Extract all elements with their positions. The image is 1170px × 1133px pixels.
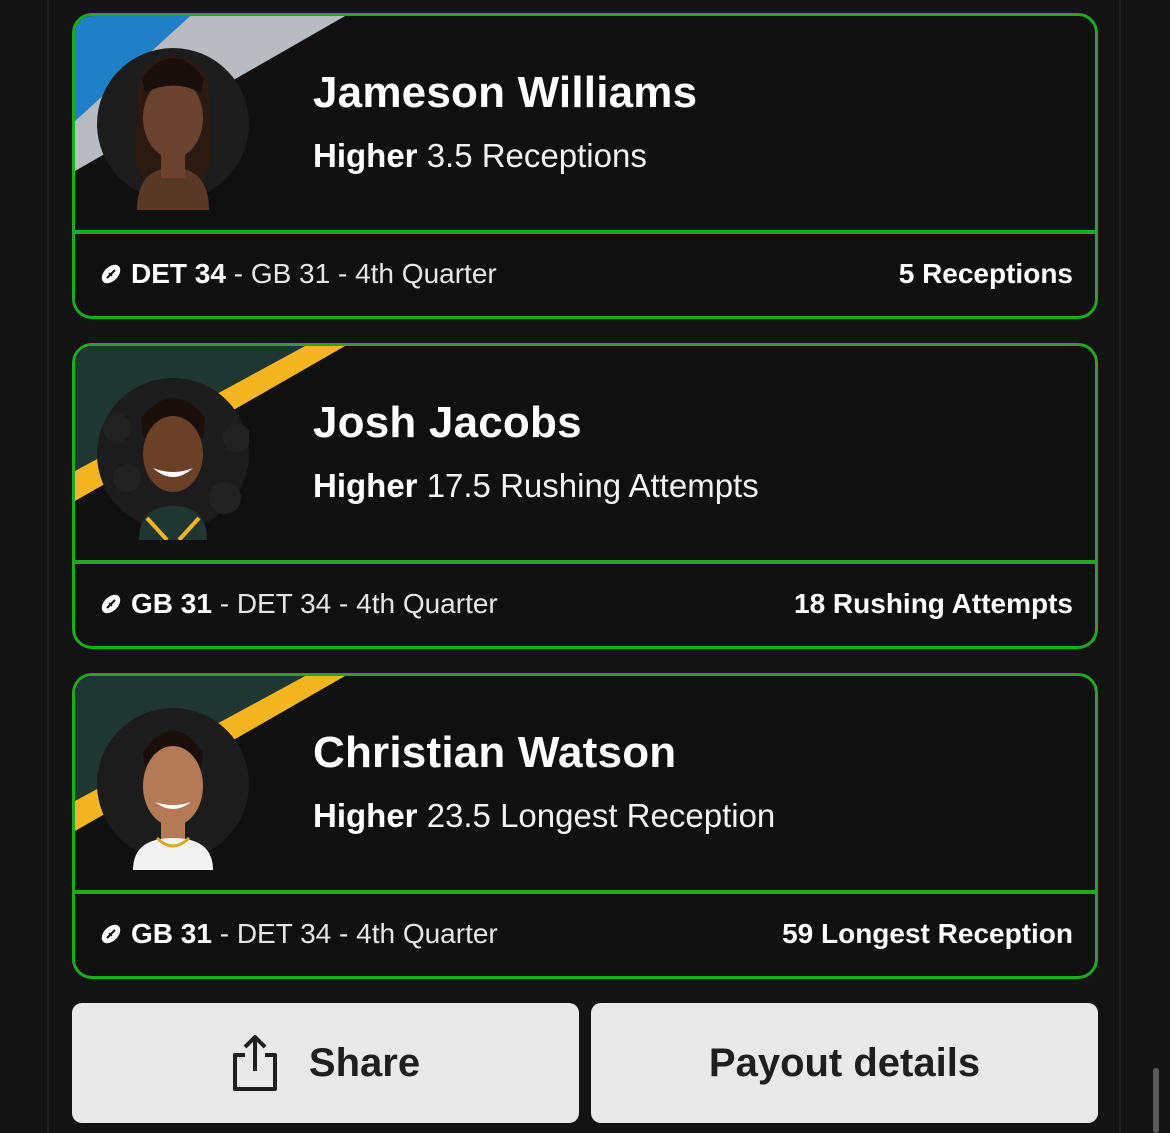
share-button[interactable]: Share	[72, 1003, 579, 1123]
football-icon	[101, 924, 121, 944]
pick-card-footer: GB 31 - DET 34 - 4th Quarter 59 Longest …	[75, 894, 1095, 976]
scrollbar[interactable]	[1153, 1068, 1159, 1133]
game-status: GB 31 - DET 34 - 4th Quarter	[99, 588, 498, 620]
pick-card-footer: DET 34 - GB 31 - 4th Quarter 5 Reception…	[75, 234, 1095, 316]
game-score-rest: - DET 34 - 4th Quarter	[211, 588, 498, 619]
game-score-rest: - GB 31 - 4th Quarter	[225, 258, 497, 289]
game-status: GB 31 - DET 34 - 4th Quarter	[99, 918, 498, 950]
pick-line: Higher 23.5 Longest Reception	[313, 797, 775, 835]
football-icon	[101, 264, 121, 284]
share-button-label: Share	[308, 1040, 421, 1085]
game-score-rest: - DET 34 - 4th Quarter	[211, 918, 498, 949]
share-icon	[232, 1035, 277, 1091]
pick-direction: Higher	[313, 797, 418, 834]
player-name: Jameson Williams	[313, 68, 698, 117]
pick-card-josh-jacobs[interactable]: Josh Jacobs Higher 17.5 Rushing Attempts…	[72, 343, 1098, 649]
frame-divider-right	[1119, 0, 1121, 1133]
pick-direction: Higher	[313, 137, 418, 174]
stat-result: 5 Receptions	[898, 258, 1073, 289]
team-score: DET 34	[131, 258, 226, 289]
pick-line: Higher 17.5 Rushing Attempts	[313, 467, 759, 505]
frame-divider-left	[47, 0, 49, 1133]
pick-card-header: Christian Watson Higher 23.5 Longest Rec…	[75, 676, 1095, 894]
stat-result: 18 Rushing Attempts	[794, 588, 1073, 619]
pick-card-christian-watson[interactable]: Christian Watson Higher 23.5 Longest Rec…	[72, 673, 1098, 979]
player-headshot-avatar	[97, 378, 249, 540]
payout-details-button[interactable]: Payout details	[591, 1003, 1098, 1123]
payout-details-label: Payout details	[708, 1040, 981, 1085]
pick-stat-line: 23.5 Longest Reception	[426, 797, 776, 834]
team-score: GB 31	[131, 918, 212, 949]
pick-stat-line: 17.5 Rushing Attempts	[426, 467, 759, 504]
game-status: DET 34 - GB 31 - 4th Quarter	[99, 258, 497, 290]
stat-result: 59 Longest Reception	[782, 918, 1073, 949]
team-score: GB 31	[131, 588, 212, 619]
pick-card-header: Josh Jacobs Higher 17.5 Rushing Attempts	[75, 346, 1095, 564]
pick-card-jameson-williams[interactable]: Jameson Williams Higher 3.5 Receptions D…	[72, 13, 1098, 319]
player-name: Christian Watson	[313, 728, 677, 777]
player-headshot-avatar	[97, 708, 249, 870]
football-icon	[101, 594, 121, 614]
page: Jameson Williams Higher 3.5 Receptions D…	[0, 0, 1170, 1133]
pick-card-header: Jameson Williams Higher 3.5 Receptions	[75, 16, 1095, 234]
pick-direction: Higher	[313, 467, 418, 504]
pick-line: Higher 3.5 Receptions	[313, 137, 647, 175]
pick-card-footer: GB 31 - DET 34 - 4th Quarter 18 Rushing …	[75, 564, 1095, 646]
pick-stat-line: 3.5 Receptions	[426, 137, 647, 174]
player-name: Josh Jacobs	[313, 398, 582, 447]
player-headshot-avatar	[97, 48, 249, 210]
